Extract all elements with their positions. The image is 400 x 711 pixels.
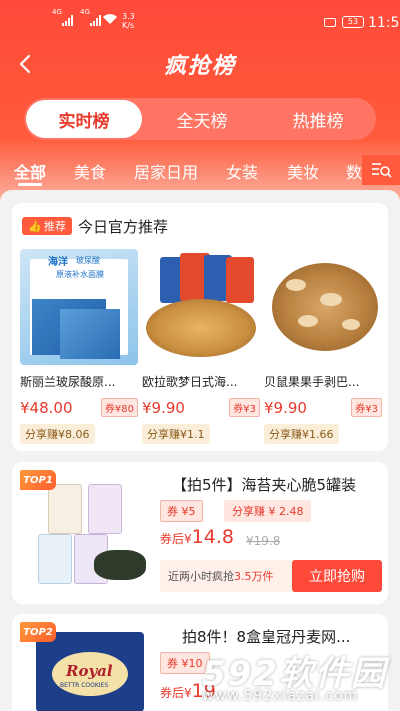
category-womenswear[interactable]: 女装 [226, 159, 258, 183]
category-filter-button[interactable] [362, 155, 400, 185]
product-price: ¥48.00 [20, 398, 73, 417]
share-earn-badge: 分享赚¥8.06 [20, 424, 95, 444]
page-title: 疯抢榜 [163, 54, 236, 79]
recommend-product[interactable]: 海洋 玻尿酸 原液补水面膜 斯丽兰玻尿酸原... ¥48.00 券¥80 分享赚… [20, 249, 138, 444]
category-food[interactable]: 美食 [74, 159, 106, 183]
product-title: 拍8件！8盒皇冠丹麦网... [182, 628, 351, 646]
coupon-badge: 券¥3 [351, 398, 382, 417]
network-speed: 3.3 K/s [122, 12, 135, 30]
recommend-product[interactable]: 贝鼠果果手剥巴... ¥9.90 券¥3 分享赚¥1.66 [264, 249, 382, 444]
recommend-tag: 👍 推荐 [22, 217, 72, 235]
clock: 11:50 [368, 15, 400, 31]
category-search-icon [372, 163, 392, 178]
category-all[interactable]: 全部 [14, 159, 46, 183]
recommend-title: 今日官方推荐 [78, 218, 169, 236]
wifi-icon [103, 14, 117, 24]
coupon-badge: 券¥80 [100, 398, 138, 417]
product-price: ¥9.90 [142, 398, 185, 417]
vibrate-icon [324, 18, 336, 27]
product-title: 【拍5件】海苔夹心脆5罐装 [172, 476, 357, 494]
rank-badge: TOP1 [20, 470, 56, 490]
ranked-product-card[interactable]: TOP1 【拍5件】海苔夹心脆5罐装 券 ¥5 分享赚 ¥ 2.48 券后¥14… [12, 462, 388, 604]
product-name: 贝鼠果果手剥巴... [264, 375, 360, 389]
share-earn-badge: 分享赚 ¥ 2.48 [224, 500, 312, 522]
tab-hot-push[interactable]: 热推榜 [260, 98, 376, 140]
category-makeup[interactable]: 美妆 [287, 159, 319, 183]
product-name: 斯丽兰玻尿酸原... [20, 375, 116, 389]
site-watermark: 592软件园 www.592xiazai.com [202, 654, 387, 704]
product-price: ¥9.90 [264, 398, 307, 417]
share-earn-badge: 分享赚¥1.1 [142, 424, 210, 444]
rank-badge: TOP2 [20, 622, 56, 642]
buy-now-button[interactable]: 立即抢购 [292, 560, 382, 592]
category-digital[interactable]: 数 [346, 159, 362, 183]
recommend-product[interactable]: 欧拉歌梦日式海... ¥9.90 券¥3 分享赚¥1.1 [142, 249, 260, 444]
battery-icon: 53 [342, 16, 364, 28]
tab-allday[interactable]: 全天榜 [144, 98, 260, 140]
thumbs-up-icon: 👍 [28, 219, 42, 233]
signal-icon: 4G [52, 8, 73, 26]
coupon-badge: 券¥3 [229, 398, 260, 417]
ranking-tabs: 实时榜 全天榜 热推榜 [24, 98, 376, 140]
product-image-biscuits [142, 249, 260, 365]
product-image-mask: 海洋 玻尿酸 原液补水面膜 [20, 249, 138, 365]
tab-realtime[interactable]: 实时榜 [26, 100, 142, 138]
hot-sale-text: 近两小时疯抢3.5万件 [168, 570, 274, 583]
category-household[interactable]: 居家日用 [134, 159, 198, 183]
official-recommend-card: 👍 推荐 今日官方推荐 海洋 玻尿酸 原液补水面膜 斯丽兰玻尿酸原... ¥48.… [12, 203, 388, 451]
product-image-almonds [264, 249, 382, 365]
original-price: ¥19.8 [246, 534, 281, 548]
hot-sale-bar: 近两小时疯抢3.5万件 立即抢购 [160, 560, 382, 592]
category-bar: 全部 美食 居家日用 女装 美妆 数 [0, 155, 400, 187]
active-category-indicator [18, 183, 42, 186]
signal-icon: 4G [80, 8, 101, 26]
product-name: 欧拉歌梦日式海... [142, 375, 238, 389]
coupon-badge: 券 ¥5 [160, 500, 203, 522]
after-coupon-price: 券后¥14.8 [160, 526, 234, 548]
share-earn-badge: 分享赚¥1.66 [264, 424, 339, 444]
status-bar: 4G 4G 3.3 K/s 53 11:50 [0, 0, 400, 40]
